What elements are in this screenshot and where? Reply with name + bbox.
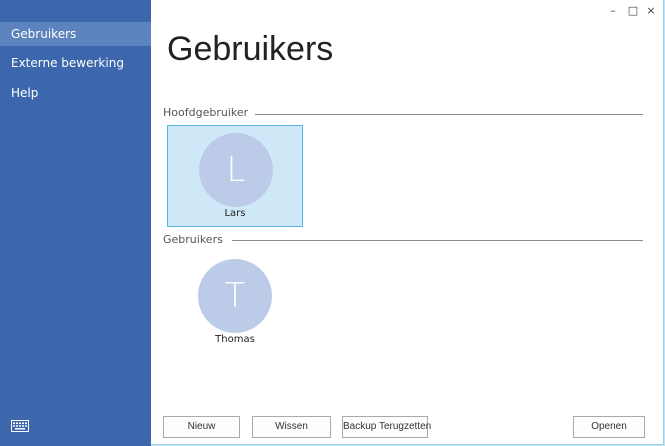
sidebar-item-externe-bewerking[interactable]: Externe bewerking — [0, 51, 151, 75]
section-label-gebruikers: Gebruikers — [163, 233, 229, 246]
user-tile-lars[interactable]: L Lars — [167, 125, 303, 227]
minimize-button[interactable]: – — [606, 4, 620, 18]
user-tile-thomas[interactable]: T Thomas — [167, 252, 303, 354]
section-divider — [255, 114, 643, 115]
section-label-hoofdgebruiker: Hoofdgebruiker — [163, 106, 255, 119]
open-button[interactable]: Openen — [573, 416, 645, 438]
delete-button[interactable]: Wissen — [252, 416, 331, 438]
avatar: L — [199, 133, 273, 207]
page-title: Gebruikers — [167, 30, 334, 68]
sidebar-item-gebruikers[interactable]: Gebruikers — [0, 22, 151, 46]
new-button[interactable]: Nieuw — [163, 416, 240, 438]
restore-backup-button[interactable]: Backup Terugzetten — [342, 416, 431, 438]
user-name: Lars — [224, 208, 246, 219]
avatar: T — [198, 259, 272, 333]
sidebar-item-help[interactable]: Help — [0, 81, 151, 105]
section-divider — [232, 240, 643, 241]
close-button[interactable]: × — [644, 4, 658, 18]
maximize-button[interactable]: □ — [626, 4, 640, 18]
sidebar: Gebruikers Externe bewerking Help — [0, 0, 151, 446]
keyboard-icon[interactable] — [11, 420, 29, 432]
user-name: Thomas — [215, 334, 255, 345]
app-window: Gebruikers Externe bewerking Help – □ × … — [0, 0, 664, 446]
